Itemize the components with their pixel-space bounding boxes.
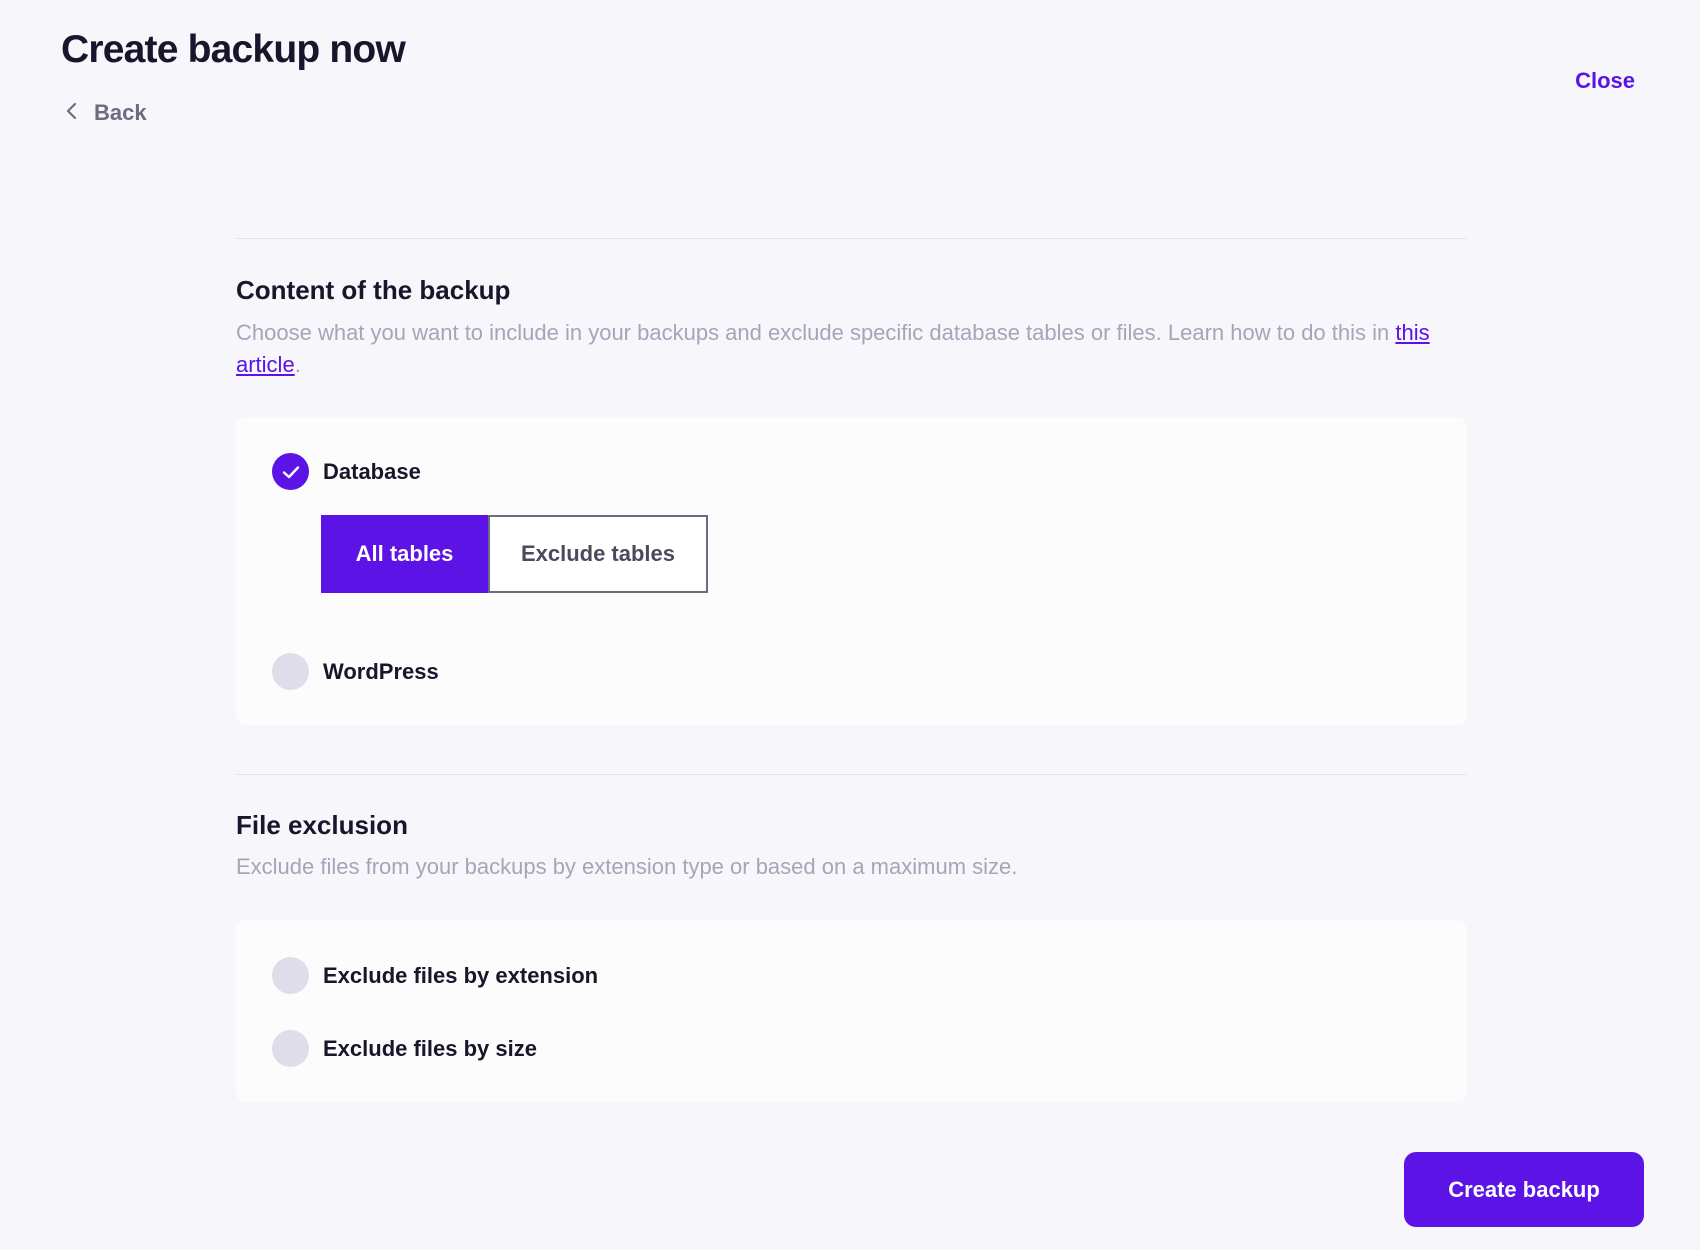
exclude-by-size-checkbox[interactable] bbox=[272, 1030, 309, 1067]
file-exclusion-card: Exclude files by extension Exclude files… bbox=[236, 920, 1467, 1102]
wordpress-checkbox[interactable] bbox=[272, 653, 309, 690]
exclude-by-extension-option[interactable]: Exclude files by extension bbox=[272, 957, 598, 994]
section-divider bbox=[236, 774, 1467, 775]
backup-page: Create backup now Back Close Content of … bbox=[0, 0, 1700, 1250]
database-label: Database bbox=[323, 458, 421, 484]
database-option[interactable]: Database bbox=[272, 453, 421, 490]
database-checkbox[interactable] bbox=[272, 453, 309, 490]
page-title: Create backup now bbox=[61, 28, 406, 71]
content-section-description: Choose what you want to include in your … bbox=[236, 320, 1430, 377]
section-divider bbox=[236, 238, 1467, 239]
exclude-by-extension-checkbox[interactable] bbox=[272, 957, 309, 994]
close-button[interactable]: Close bbox=[1575, 68, 1635, 94]
all-tables-button[interactable]: All tables bbox=[321, 515, 488, 593]
create-backup-button[interactable]: Create backup bbox=[1404, 1152, 1644, 1227]
backup-content-card: Database All tables Exclude tables WordP… bbox=[236, 417, 1467, 725]
check-icon bbox=[282, 465, 299, 478]
exclude-by-extension-label: Exclude files by extension bbox=[323, 962, 599, 988]
wordpress-label: WordPress bbox=[323, 658, 439, 684]
back-label: Back bbox=[94, 100, 147, 125]
table-mode-toggle: All tables Exclude tables bbox=[321, 515, 708, 593]
file-exclusion-title: File exclusion bbox=[236, 810, 408, 840]
exclude-tables-button[interactable]: Exclude tables bbox=[488, 515, 708, 593]
exclude-by-size-label: Exclude files by size bbox=[323, 1035, 537, 1061]
back-button[interactable]: Back bbox=[64, 100, 147, 126]
exclude-by-size-option[interactable]: Exclude files by size bbox=[272, 1030, 537, 1067]
content-section-title: Content of the backup bbox=[236, 275, 511, 305]
chevron-left-icon bbox=[64, 100, 80, 126]
wordpress-option[interactable]: WordPress bbox=[272, 653, 439, 690]
file-exclusion-description: Exclude files from your backups by exten… bbox=[236, 854, 1018, 879]
